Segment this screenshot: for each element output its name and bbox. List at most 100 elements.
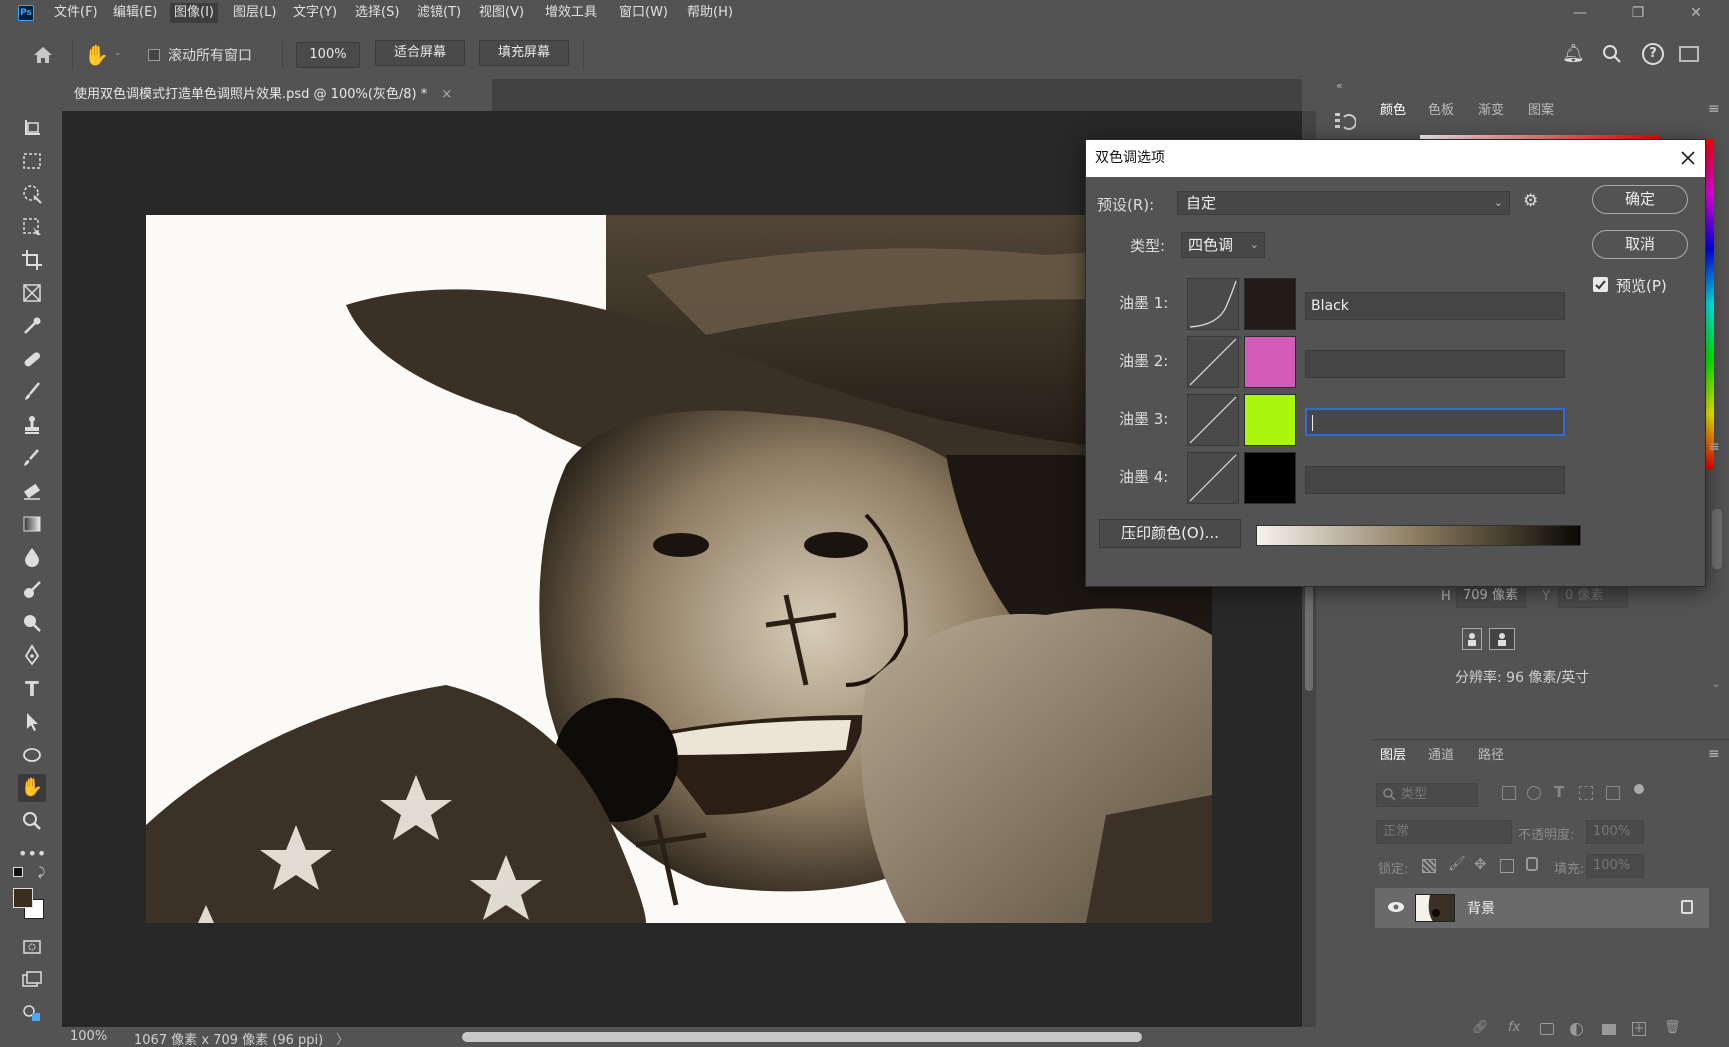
crop-tool-icon[interactable]: [18, 246, 46, 274]
close-tab-icon[interactable]: ×: [441, 87, 452, 102]
delete-layer-icon[interactable]: 🗑︎: [1664, 1020, 1681, 1035]
collapse-panels-icon[interactable]: «: [1336, 79, 1343, 92]
minimize-button[interactable]: —: [1565, 3, 1595, 23]
menu-type[interactable]: 文字(Y): [289, 3, 341, 23]
blur-tool-icon[interactable]: [18, 543, 46, 571]
scroll-down-icon[interactable]: ⌄: [1712, 679, 1720, 690]
gradient-tool-icon[interactable]: [18, 510, 46, 538]
properties-menu-icon[interactable]: ≡: [1708, 439, 1720, 455]
adjustment-layer-icon[interactable]: [1570, 1023, 1583, 1036]
type-tool-icon[interactable]: T: [18, 675, 46, 703]
cancel-button[interactable]: 取消: [1592, 230, 1688, 259]
ink-1-curve[interactable]: [1187, 278, 1239, 330]
status-zoom[interactable]: 100%: [70, 1029, 107, 1044]
preview-checkbox[interactable]: [1593, 277, 1608, 292]
home-icon[interactable]: [30, 42, 56, 68]
portrait-orientation-icon[interactable]: [1462, 628, 1482, 650]
fill-screen-button[interactable]: 填充屏幕: [479, 40, 569, 66]
lock-artboard-icon[interactable]: [1500, 859, 1514, 873]
tab-layers[interactable]: 图层: [1372, 740, 1415, 772]
menu-file[interactable]: 文件(F): [50, 3, 102, 23]
eyedropper-tool-icon[interactable]: [18, 312, 46, 340]
eraser-tool-icon[interactable]: [18, 477, 46, 505]
pen-tool-icon[interactable]: [18, 642, 46, 670]
type-select[interactable]: 四色调 ⌄: [1181, 232, 1265, 258]
tab-patterns[interactable]: 图案: [1520, 95, 1562, 127]
menu-view[interactable]: 视图(V): [475, 3, 528, 23]
ink-3-curve[interactable]: [1187, 394, 1239, 446]
close-window-button[interactable]: ✕: [1681, 3, 1711, 23]
ink-2-color-swatch[interactable]: [1244, 336, 1296, 388]
filter-pixel-icon[interactable]: [1502, 786, 1516, 800]
menu-filter[interactable]: 滤镜(T): [413, 3, 465, 23]
lock-position-icon[interactable]: ✥: [1474, 855, 1487, 873]
filter-shape-icon[interactable]: [1579, 786, 1593, 800]
clone-stamp-tool-icon[interactable]: [18, 411, 46, 439]
frame-tool-icon[interactable]: [18, 279, 46, 307]
height-field[interactable]: 709 像素: [1456, 584, 1526, 608]
quick-mask-icon[interactable]: [18, 933, 46, 961]
menu-image[interactable]: 图像(I): [170, 3, 218, 23]
object-selection-tool-icon[interactable]: [18, 213, 46, 241]
workspace-icon[interactable]: [1679, 46, 1699, 62]
layers-menu-icon[interactable]: ≡: [1708, 746, 1720, 762]
menu-help[interactable]: 帮助(H): [683, 3, 737, 23]
zoom-tool-icon[interactable]: [18, 807, 46, 835]
hand-tool-icon[interactable]: ✋: [18, 774, 46, 802]
screen-mode-icon[interactable]: [18, 966, 46, 994]
filter-adjustment-icon[interactable]: [1527, 786, 1541, 800]
eye-icon[interactable]: [1387, 900, 1405, 914]
restore-button[interactable]: ❐: [1623, 3, 1653, 23]
sponge-tool-icon[interactable]: [18, 609, 46, 637]
tab-color[interactable]: 颜色: [1372, 95, 1415, 127]
status-arrow-icon[interactable]: 〉: [336, 1029, 349, 1047]
scroll-all-checkbox[interactable]: [148, 49, 160, 61]
search-icon[interactable]: [1601, 43, 1623, 65]
blend-mode-select[interactable]: 正常: [1376, 820, 1512, 844]
menu-layer[interactable]: 图层(L): [229, 3, 280, 23]
new-layer-icon[interactable]: +: [1632, 1022, 1646, 1036]
ok-button[interactable]: 确定: [1592, 185, 1688, 214]
ink-3-name-field[interactable]: [1305, 408, 1565, 436]
quick-selection-tool-icon[interactable]: [18, 180, 46, 208]
ink-2-curve[interactable]: [1187, 336, 1239, 388]
lock-transparent-icon[interactable]: [1422, 859, 1436, 873]
zoom-value-field[interactable]: 100%: [296, 42, 360, 68]
default-colors-icon[interactable]: [13, 867, 23, 877]
fill-field[interactable]: 100%: [1586, 854, 1644, 878]
ink-2-name-field[interactable]: [1305, 350, 1565, 378]
ellipse-tool-icon[interactable]: [18, 741, 46, 769]
path-selection-tool-icon[interactable]: [18, 708, 46, 736]
filter-smart-object-icon[interactable]: [1606, 786, 1620, 800]
add-mask-icon[interactable]: [1540, 1023, 1554, 1035]
dialog-close-icon[interactable]: [1678, 148, 1698, 168]
layer-name[interactable]: 背景: [1467, 898, 1495, 918]
artboard-tool-icon[interactable]: [18, 114, 46, 142]
layer-row[interactable]: 背景: [1375, 888, 1709, 928]
healing-brush-tool-icon[interactable]: [18, 345, 46, 373]
foreground-color-swatch[interactable]: [13, 888, 33, 908]
history-brush-tool-icon[interactable]: [18, 444, 46, 472]
link-layers-icon[interactable]: 🔗︎: [1472, 1020, 1489, 1035]
landscape-orientation-icon[interactable]: [1489, 628, 1515, 650]
filter-toggle-icon[interactable]: [1634, 784, 1644, 794]
history-panel-icon[interactable]: [1332, 109, 1357, 133]
tab-swatches[interactable]: 色板: [1420, 95, 1462, 127]
more-tools-icon[interactable]: •••: [18, 840, 46, 868]
chevron-down-icon[interactable]: ⌄: [114, 48, 122, 58]
settings-gear-icon[interactable]: ⚙︎: [1523, 191, 1549, 215]
marquee-tool-icon[interactable]: [18, 147, 46, 175]
ink-4-name-field[interactable]: [1305, 466, 1565, 494]
lock-image-icon[interactable]: 🖌︎: [1448, 856, 1466, 872]
new-group-icon[interactable]: [1602, 1024, 1616, 1035]
overprint-colors-button[interactable]: 压印颜色(O)...: [1099, 519, 1241, 548]
ink-1-name-field[interactable]: Black: [1305, 292, 1565, 320]
ink-4-color-swatch[interactable]: [1244, 452, 1296, 504]
help-icon[interactable]: ?: [1642, 43, 1664, 65]
brush-tool-icon[interactable]: [18, 378, 46, 406]
menu-edit[interactable]: 编辑(E): [109, 3, 161, 23]
y-field[interactable]: 0 像素: [1558, 584, 1628, 608]
horizontal-scroll-thumb[interactable]: [462, 1032, 1142, 1042]
ink-1-color-swatch[interactable]: [1244, 278, 1296, 330]
dodge-tool-icon[interactable]: [18, 576, 46, 604]
